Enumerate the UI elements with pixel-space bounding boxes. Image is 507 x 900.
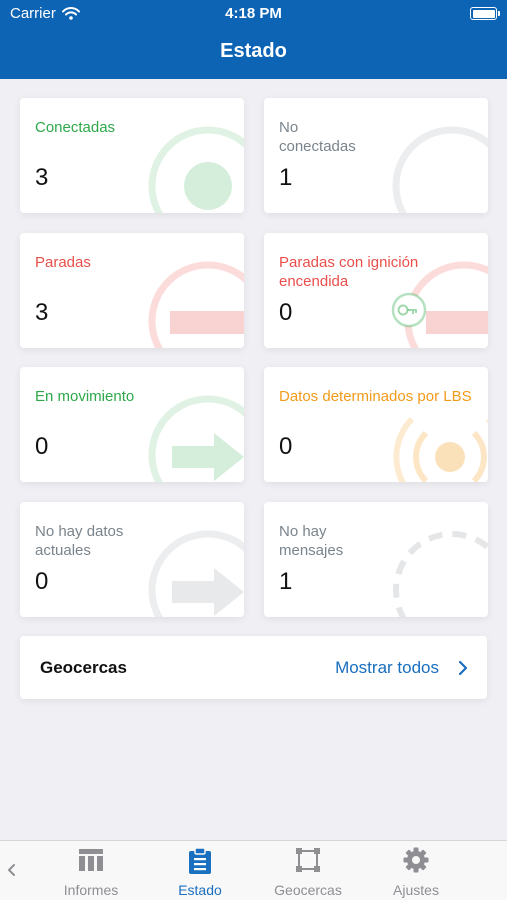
moving-arrow-icon	[148, 395, 244, 482]
status-card-stopped[interactable]: Paradas 3	[20, 233, 244, 348]
tab-bar: Informes Estado Geocercas Ajustes	[0, 840, 507, 900]
card-count: 0	[279, 433, 293, 460]
geofences-card: Geocercas Mostrar todos	[20, 636, 487, 699]
battery-icon	[470, 7, 500, 20]
card-count: 3	[35, 299, 49, 326]
status-card-no-messages[interactable]: No hay mensajes 1	[264, 502, 488, 617]
card-label: No hay datos actuales	[35, 523, 124, 559]
tab-label: Ajustes	[393, 882, 439, 898]
stop-icon	[148, 261, 244, 348]
tab-label: Informes	[63, 882, 119, 898]
status-card-moving[interactable]: En movimiento 0	[20, 367, 244, 482]
status-card-disconnected[interactable]: No conectadas 1	[264, 98, 488, 213]
geofence-square-icon	[296, 848, 320, 872]
connected-circle-icon	[148, 126, 244, 213]
lbs-signal-icon	[393, 416, 488, 482]
tab-label: Geocercas	[274, 882, 342, 898]
card-label: Paradas	[35, 254, 91, 271]
page-title: Estado	[220, 40, 287, 62]
tab-informes[interactable]: Informes	[41, 841, 141, 900]
card-label: Paradas con ignición encendida	[279, 254, 419, 290]
card-count: 3	[35, 164, 49, 191]
reports-table-icon	[79, 849, 103, 871]
card-count: 0	[279, 299, 293, 326]
card-label: Conectadas	[35, 119, 116, 136]
clock: 4:18 PM	[225, 5, 282, 22]
tab-estado[interactable]: Estado	[150, 841, 250, 900]
settings-gear-icon	[403, 847, 429, 873]
status-card-no-current-data[interactable]: No hay datos actuales 0	[20, 502, 244, 617]
status-clipboard-icon	[189, 847, 211, 874]
show-all-link[interactable]: Mostrar todos	[335, 658, 439, 678]
chevron-right-icon[interactable]	[457, 658, 469, 678]
status-card-lbs[interactable]: Datos determinados por LBS 0	[264, 367, 488, 482]
card-label: Datos determinados por LBS	[279, 388, 472, 405]
card-label: En movimiento	[35, 388, 135, 405]
card-count: 1	[279, 164, 293, 191]
tab-geocercas[interactable]: Geocercas	[258, 841, 358, 900]
status-card-stopped-ignition[interactable]: Paradas con ignición encendida 0	[264, 233, 488, 348]
card-count: 1	[279, 568, 293, 595]
status-bar: Carrier 4:18 PM	[0, 0, 507, 28]
chevron-left-icon[interactable]	[4, 859, 18, 881]
card-label: No hay mensajes	[279, 523, 344, 559]
tab-ajustes[interactable]: Ajustes	[366, 841, 466, 900]
tab-label: Estado	[178, 882, 222, 898]
geofences-title: Geocercas	[40, 658, 127, 677]
card-count: 0	[35, 568, 49, 595]
card-label: No conectadas	[279, 119, 356, 155]
card-count: 0	[35, 433, 49, 460]
app-header: Carrier 4:18 PM Estado	[0, 0, 507, 79]
status-card-connected[interactable]: Conectadas 3	[20, 98, 244, 213]
